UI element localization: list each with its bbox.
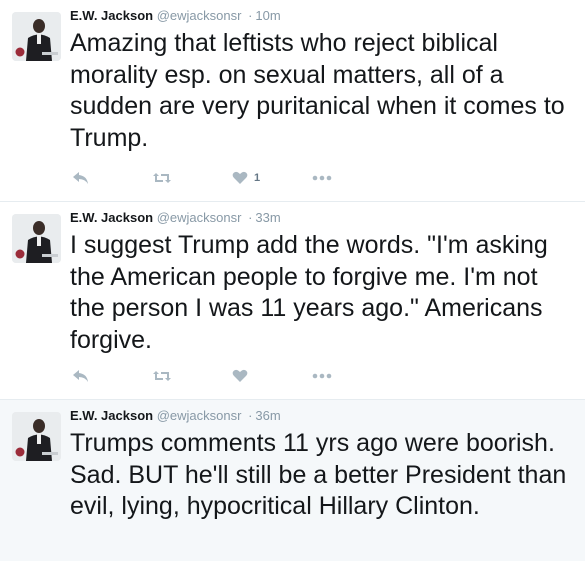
separator: · (248, 408, 253, 423)
like-count: 1 (254, 172, 261, 184)
author-name[interactable]: E.W. Jackson (70, 210, 153, 225)
author-name[interactable]: E.W. Jackson (70, 408, 153, 423)
tweet[interactable]: E.W. Jackson @ewjacksonsr · 36m Trumps co… (0, 400, 585, 561)
author-name[interactable]: E.W. Jackson (70, 8, 153, 23)
retweet-icon (152, 171, 172, 185)
avatar[interactable] (12, 12, 61, 61)
more-icon (312, 175, 332, 181)
reply-button[interactable] (72, 171, 152, 185)
like-button[interactable]: 1 (232, 171, 312, 185)
tweet-header: E.W. Jackson @ewjacksonsr · 10m (70, 8, 575, 24)
tweet-actions: 1 (72, 169, 332, 187)
reply-icon (72, 171, 90, 185)
separator: · (248, 8, 253, 23)
avatar[interactable] (12, 412, 61, 461)
tweet-timestamp[interactable]: 36m (255, 408, 280, 423)
avatar[interactable] (12, 214, 61, 263)
tweet-actions (72, 367, 332, 385)
tweet-timeline: E.W. Jackson @ewjacksonsr · 10m Amazing t… (0, 0, 585, 561)
author-handle[interactable]: @ewjacksonsr (157, 408, 242, 423)
reply-button[interactable] (72, 369, 152, 383)
tweet-text: Trumps comments 11 yrs ago were boorish.… (70, 429, 567, 520)
tweet-timestamp[interactable]: 10m (255, 8, 280, 23)
like-button[interactable] (232, 369, 312, 383)
more-button[interactable] (312, 175, 332, 181)
author-handle[interactable]: @ewjacksonsr (157, 210, 242, 225)
heart-icon (232, 171, 248, 185)
tweet[interactable]: E.W. Jackson @ewjacksonsr · 10m Amazing t… (0, 0, 585, 202)
more-button[interactable] (312, 373, 332, 379)
more-icon (312, 373, 332, 379)
tweet-header: E.W. Jackson @ewjacksonsr · 33m (70, 210, 575, 226)
author-handle[interactable]: @ewjacksonsr (157, 8, 242, 23)
reply-icon (72, 369, 90, 383)
tweet-text: Amazing that leftists who reject biblica… (70, 29, 565, 152)
heart-icon (232, 369, 248, 383)
separator: · (248, 210, 253, 225)
retweet-icon (152, 369, 172, 383)
tweet-timestamp[interactable]: 33m (255, 210, 280, 225)
tweet-text: I suggest Trump add the words. "I'm aski… (70, 231, 548, 354)
retweet-button[interactable] (152, 369, 232, 383)
retweet-button[interactable] (152, 171, 232, 185)
tweet[interactable]: E.W. Jackson @ewjacksonsr · 33m I suggest… (0, 202, 585, 400)
tweet-header: E.W. Jackson @ewjacksonsr · 36m (70, 408, 575, 424)
